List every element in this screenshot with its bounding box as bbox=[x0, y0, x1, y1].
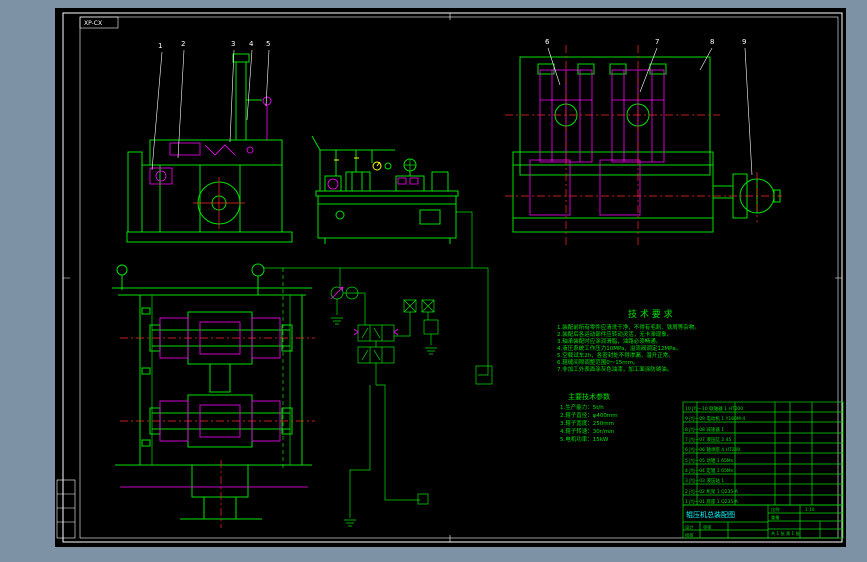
tech-line: 5.空载试车2h，各密封处不得渗漏，温升正常。 bbox=[557, 351, 674, 359]
weight-label: 重量 bbox=[771, 514, 779, 521]
param-line: 5.电机功率：15kW bbox=[560, 435, 609, 443]
balloon-3: 3 bbox=[231, 40, 235, 48]
balloon-7: 7 bbox=[655, 38, 659, 46]
balloon-8: 8 bbox=[710, 38, 714, 46]
param-line: 3.辊子宽度：250mm bbox=[560, 419, 614, 427]
balloon-6: 6 bbox=[545, 38, 550, 46]
parts-row: 4 JYJ—04 定辊 1 65Mn bbox=[685, 467, 734, 474]
tech-line: 2.装配后各运动部件应转动灵活，无卡滞现象。 bbox=[557, 330, 672, 338]
drawing-title: 辊压机总装配图 bbox=[686, 510, 735, 519]
balloon-9: 9 bbox=[742, 38, 746, 46]
design-label: 设计 bbox=[685, 524, 693, 531]
parts-row: 5 JYJ—05 动辊 1 65Mn bbox=[685, 457, 734, 464]
parts-row: 3 JYJ—03 液压站 1 bbox=[685, 477, 724, 484]
param-line: 2.辊子直径：φ400mm bbox=[560, 411, 618, 419]
parts-row: 8 JYJ—08 减速器 1 bbox=[685, 426, 724, 433]
cad-drawing-canvas: XP-CX 1 2 3 4 5 6 7 8 9 技 术 要 求 1.装配前所有零… bbox=[55, 8, 846, 547]
approve-label: 审核 bbox=[703, 524, 712, 531]
balloon-5: 5 bbox=[266, 40, 270, 48]
parts-row: 9 JYJ—09 电动机 1 Y160M-4 bbox=[685, 415, 745, 422]
parts-row: 7 JYJ—07 液压缸 2 45 bbox=[685, 436, 731, 443]
check-label: 校核 bbox=[685, 532, 694, 539]
parts-row: 6 JYJ—06 轴承座 4 HT200 bbox=[685, 446, 740, 453]
balloon-2: 2 bbox=[181, 40, 185, 48]
sheets-label: 共 1 张 第 1 张 bbox=[771, 530, 801, 537]
tech-line: 4.液压系统工作压力10MPa，溢流阀调定12MPa。 bbox=[557, 344, 681, 352]
stamp-text: XP-CX bbox=[84, 20, 102, 27]
parts-row: 10 JYJ—10 联轴器 1 HT200 bbox=[685, 405, 743, 412]
tech-line: 3.轴承装配时应涂润滑脂，油路必须畅通。 bbox=[557, 337, 661, 345]
balloon-1: 1 bbox=[158, 42, 162, 50]
tech-line: 1.装配前所有零件应清洗干净，不得有毛刺、铁屑等杂物。 bbox=[557, 323, 700, 331]
tech-line: 6.辊缝间隙调整范围0～15mm。 bbox=[557, 358, 638, 366]
scale-label: 比例 bbox=[771, 506, 779, 513]
params-title: 主要技术参数 bbox=[568, 392, 610, 401]
scale-value: 1:10 bbox=[805, 507, 815, 512]
drawing-sheet bbox=[55, 8, 846, 547]
parts-row: 2 JYJ—02 机架 1 Q235-A bbox=[685, 488, 739, 495]
param-line: 1.生产能力：5t/h bbox=[560, 403, 604, 411]
tech-title: 技 术 要 求 bbox=[628, 308, 673, 320]
param-line: 4.辊子转速：30r/min bbox=[560, 427, 615, 435]
tech-line: 7.非加工外表面涂灰色油漆，加工面涂防锈油。 bbox=[557, 365, 672, 373]
balloon-4: 4 bbox=[249, 40, 254, 48]
